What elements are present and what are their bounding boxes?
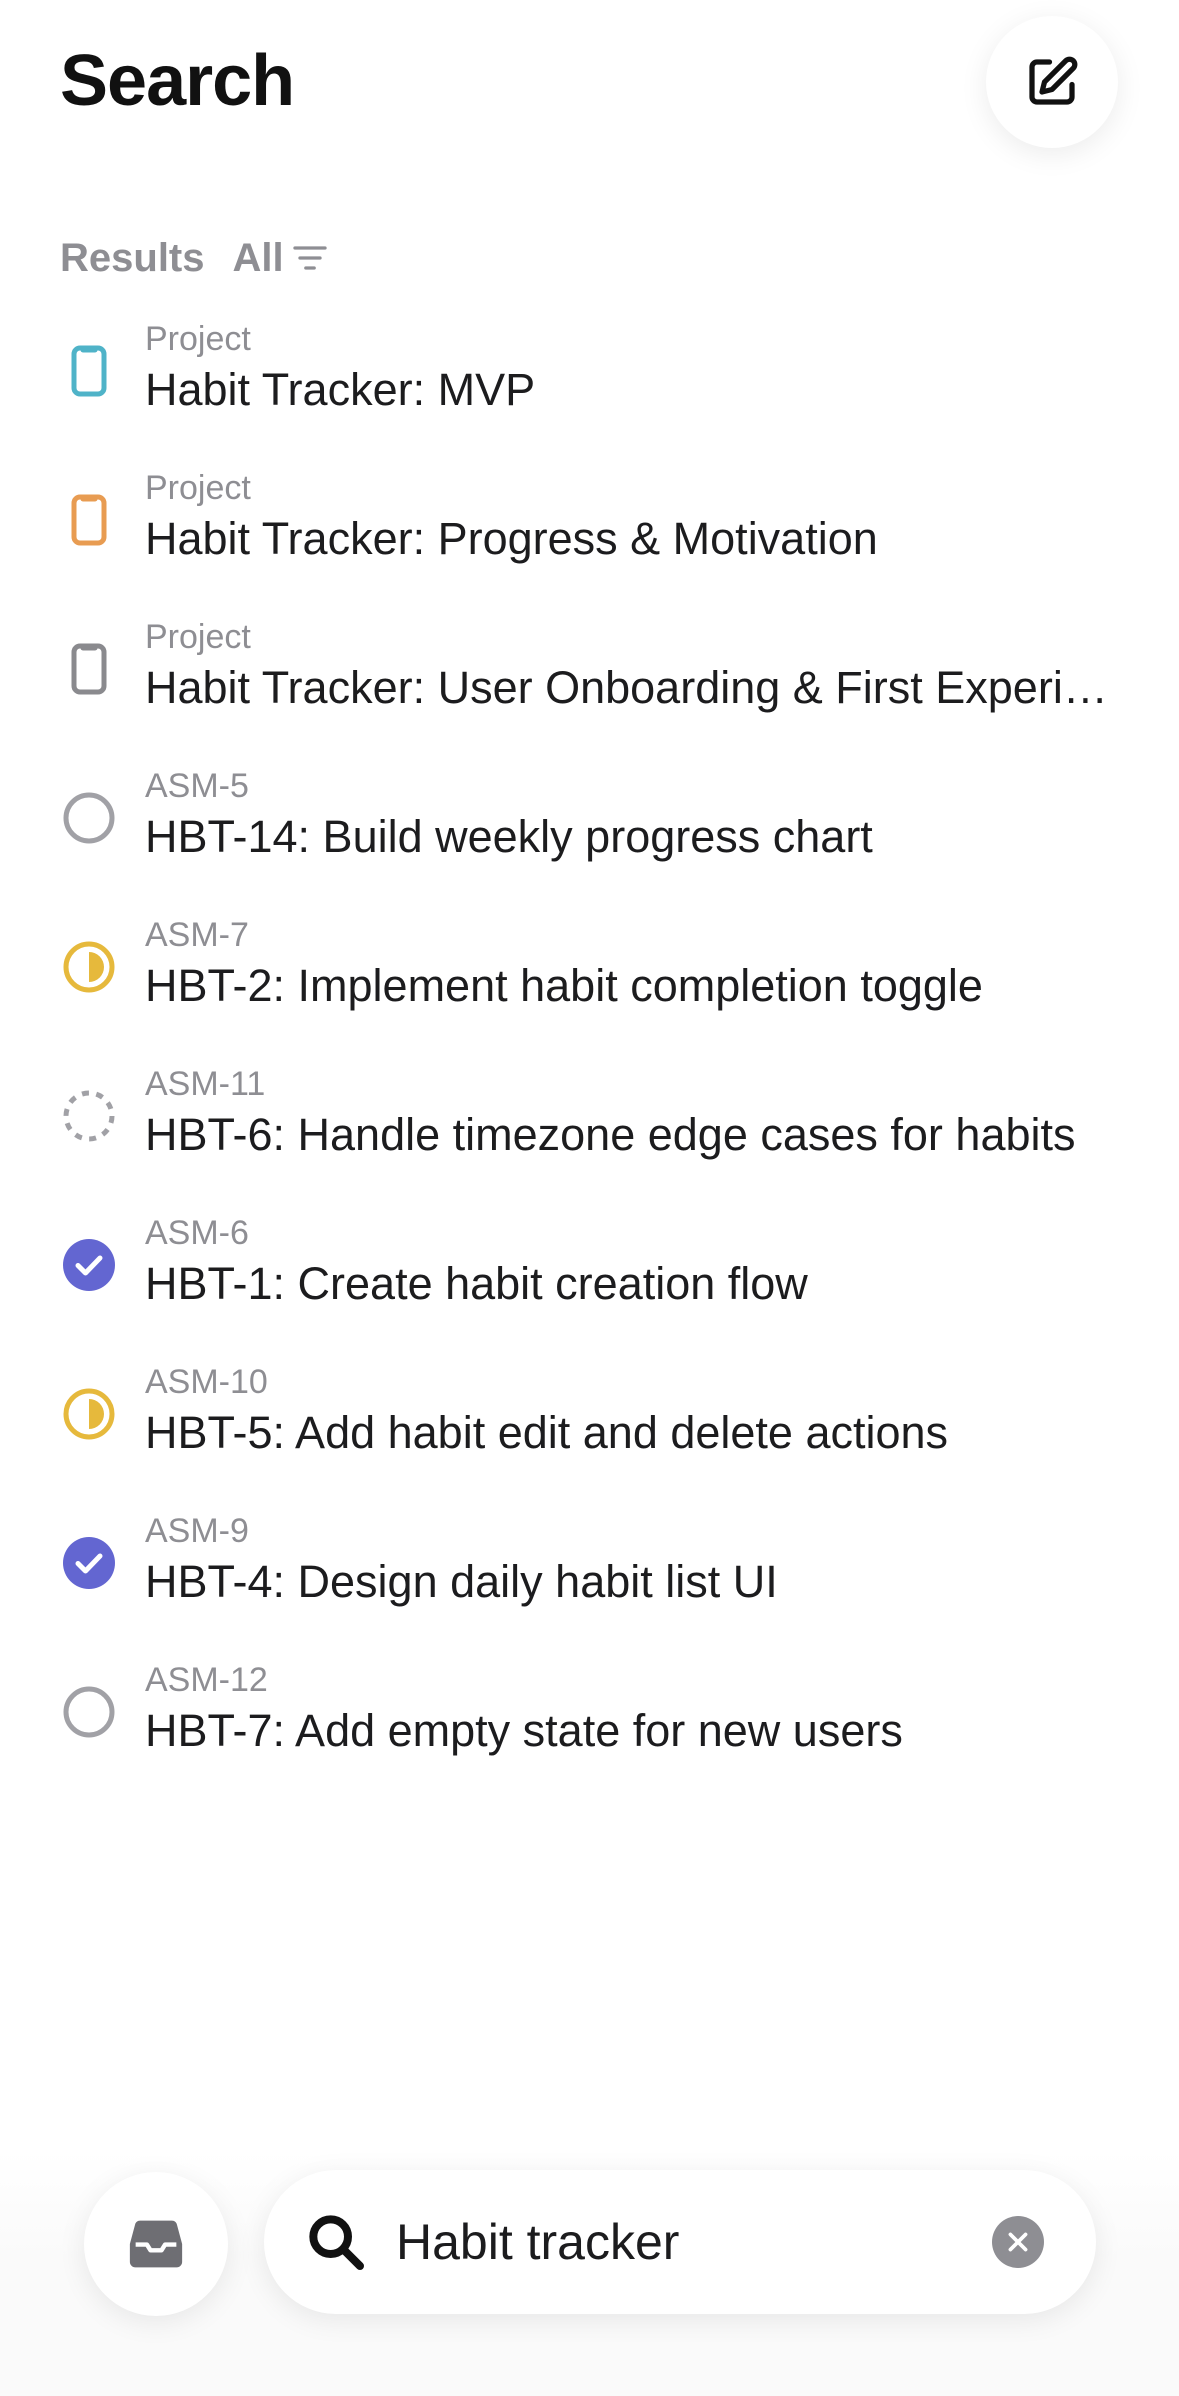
- result-subtitle: Project: [145, 618, 251, 656]
- page-title: Search: [60, 41, 295, 121]
- filter-label: All: [232, 235, 284, 280]
- result-row[interactable]: Project Habit Tracker: MVP: [0, 312, 1179, 461]
- results-list: Project Habit Tracker: MVP Project Habit…: [0, 312, 1179, 1802]
- result-subtitle: Project: [145, 469, 251, 507]
- clear-search-button[interactable]: [992, 2216, 1044, 2268]
- results-header: Results All: [60, 228, 330, 288]
- result-subtitle: ASM-9: [145, 1512, 249, 1550]
- result-title: HBT-14: Build weekly progress chart: [145, 811, 873, 862]
- result-title: HBT-2: Implement habit completion toggle: [145, 960, 983, 1011]
- result-row[interactable]: ASM-10 HBT-5: Add habit edit and delete …: [0, 1355, 1179, 1504]
- result-title: HBT-1: Create habit creation flow: [145, 1258, 808, 1309]
- filter-icon: [292, 246, 327, 270]
- result-subtitle: ASM-11: [145, 1065, 266, 1103]
- result-row[interactable]: ASM-12 HBT-7: Add empty state for new us…: [0, 1653, 1179, 1802]
- results-label: Results: [60, 235, 205, 280]
- done-status-icon: [60, 1236, 118, 1294]
- compose-button[interactable]: [986, 16, 1118, 148]
- search-input[interactable]: [396, 2206, 976, 2278]
- result-title: HBT-5: Add habit edit and delete actions: [145, 1407, 949, 1458]
- project-icon: [60, 491, 118, 549]
- result-row[interactable]: ASM-7 HBT-2: Implement habit completion …: [0, 908, 1179, 1057]
- search-icon: [309, 2215, 364, 2270]
- inbox-button[interactable]: [84, 2172, 228, 2316]
- result-title: Habit Tracker: Progress & Motivation: [145, 513, 878, 564]
- result-subtitle: ASM-10: [145, 1363, 268, 1401]
- search-screen: Search Results All Project Habit Tracker…: [0, 0, 1179, 2396]
- project-icon: [60, 640, 118, 698]
- result-row[interactable]: Project Habit Tracker: User Onboarding &…: [0, 610, 1179, 759]
- inbox-icon: [129, 2220, 183, 2268]
- search-bar[interactable]: [264, 2170, 1096, 2314]
- result-row[interactable]: ASM-6 HBT-1: Create habit creation flow: [0, 1206, 1179, 1355]
- backlog-status-icon: [60, 1087, 118, 1145]
- project-icon: [60, 342, 118, 400]
- result-row[interactable]: ASM-11 HBT-6: Handle timezone edge cases…: [0, 1057, 1179, 1206]
- in-progress-status-icon: [60, 938, 118, 996]
- compose-icon: [1029, 56, 1078, 105]
- todo-status-icon: [60, 789, 118, 847]
- result-title: HBT-4: Design daily habit list UI: [145, 1556, 778, 1607]
- result-subtitle: Project: [145, 320, 251, 358]
- result-title: Habit Tracker: User Onboarding & First E…: [145, 662, 1120, 713]
- result-title: HBT-6: Handle timezone edge cases for ha…: [145, 1109, 1076, 1160]
- in-progress-status-icon: [60, 1385, 118, 1443]
- result-row[interactable]: ASM-5 HBT-14: Build weekly progress char…: [0, 759, 1179, 908]
- result-row[interactable]: ASM-9 HBT-4: Design daily habit list UI: [0, 1504, 1179, 1653]
- done-status-icon: [60, 1534, 118, 1592]
- result-subtitle: ASM-6: [145, 1214, 249, 1252]
- result-row[interactable]: Project Habit Tracker: Progress & Motiva…: [0, 461, 1179, 610]
- result-title: HBT-7: Add empty state for new users: [145, 1705, 903, 1756]
- result-subtitle: ASM-7: [145, 916, 249, 954]
- filter-dropdown[interactable]: All: [233, 236, 330, 281]
- todo-status-icon: [60, 1683, 118, 1741]
- result-subtitle: ASM-5: [145, 767, 249, 805]
- result-title: Habit Tracker: MVP: [145, 364, 536, 415]
- clear-icon: [1008, 2232, 1028, 2252]
- result-subtitle: ASM-12: [145, 1661, 268, 1699]
